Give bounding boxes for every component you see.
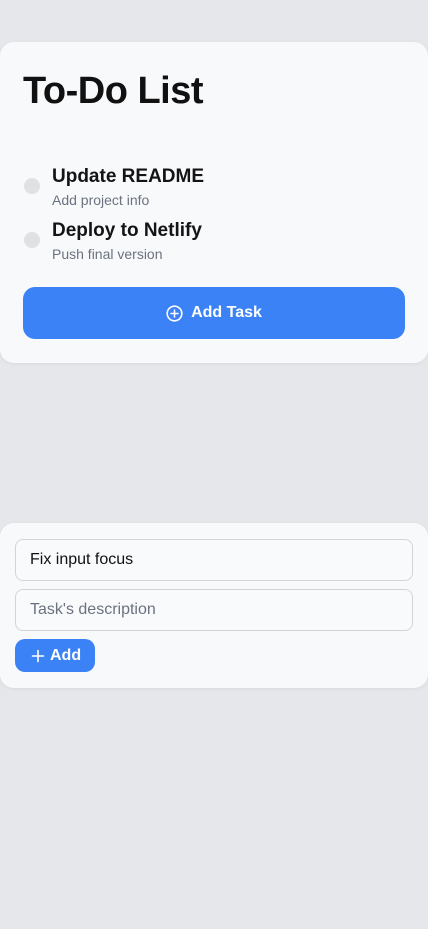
task-title: Update README	[52, 166, 205, 187]
task-item[interactable]: Deploy to Netlify Push final version	[23, 218, 403, 266]
task-item[interactable]: Update README Add project info	[23, 164, 403, 212]
task-checkbox[interactable]	[24, 232, 40, 248]
task-title-input[interactable]	[15, 539, 413, 581]
add-button-label: Add	[50, 646, 82, 664]
page-title: To-Do List	[23, 70, 204, 112]
plus-icon	[31, 649, 45, 663]
new-task-form: Add	[0, 523, 428, 688]
add-task-label: Add Task	[191, 304, 262, 321]
task-title: Deploy to Netlify	[52, 220, 202, 241]
add-task-button[interactable]: Add Task	[23, 287, 405, 339]
task-description-input[interactable]	[15, 589, 413, 631]
add-button[interactable]: Add	[15, 639, 96, 672]
task-description: Add project info	[52, 192, 150, 208]
todo-card: To-Do List Update README Add project inf…	[0, 42, 428, 363]
plus-circle-icon	[166, 304, 183, 322]
task-description: Push final version	[52, 246, 163, 262]
task-checkbox[interactable]	[24, 178, 40, 194]
